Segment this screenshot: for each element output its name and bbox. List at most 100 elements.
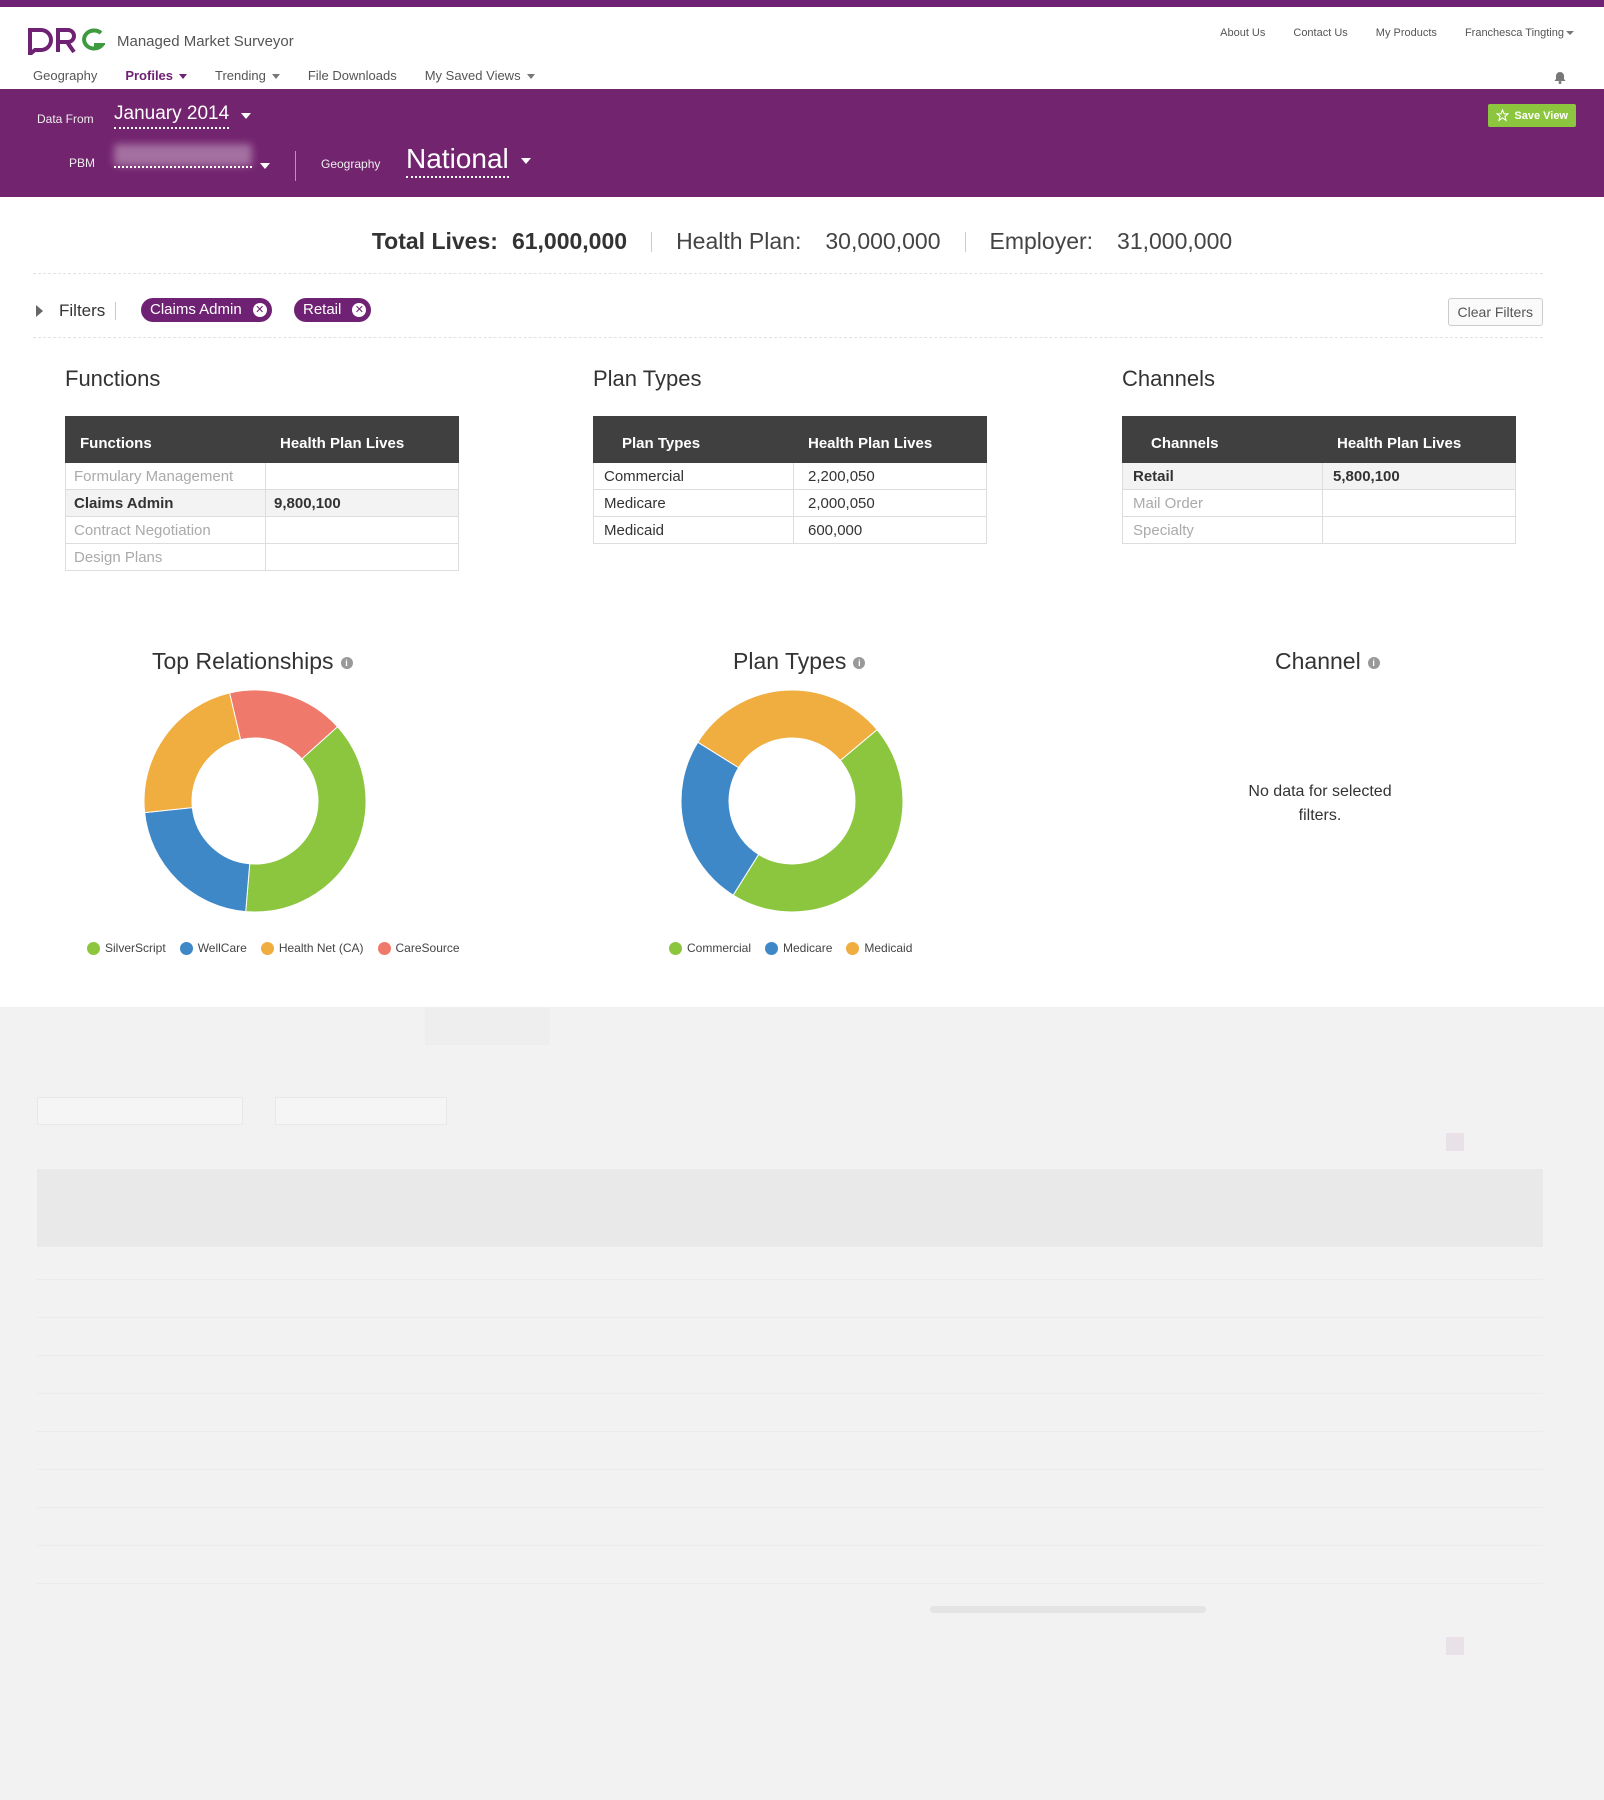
employer-value: 31,000,000: [1117, 228, 1233, 254]
legend-item-health-net-ca[interactable]: Health Net (CA): [260, 941, 364, 955]
table-row[interactable]: Medicare 2,000,050: [593, 489, 987, 517]
table-row[interactable]: Mail Order: [1122, 489, 1516, 517]
total-lives-value: 61,000,000: [511, 228, 628, 254]
active-tab-placeholder: [425, 1007, 550, 1045]
plan-type-select-placeholder: [37, 1097, 243, 1125]
nav-saved-views[interactable]: My Saved Views: [425, 68, 535, 83]
plan-types-title: Plan Types: [593, 366, 702, 391]
nav-profiles-label: Profiles: [125, 68, 174, 83]
user-menu[interactable]: Franchesca Tingting: [1465, 27, 1574, 39]
legend-swatch: [765, 941, 779, 955]
column-header: Health Plan Lives: [793, 416, 987, 463]
column-header: Channels: [1122, 416, 1323, 463]
legend-label: Commercial: [687, 941, 752, 955]
geography-selector[interactable]: National: [406, 144, 531, 178]
table-row[interactable]: Contract Negotiation: [65, 516, 459, 544]
user-name: Franchesca Tingting: [1464, 27, 1564, 39]
expand-triangle-icon[interactable]: [36, 305, 43, 317]
geography-value: National: [406, 144, 509, 178]
chevron-down-icon[interactable]: [260, 163, 270, 169]
nav-trending[interactable]: Trending: [215, 68, 280, 83]
table-cell: [265, 462, 459, 490]
totals-bar: Total Lives: 61,000,000 Health Plan: 30,…: [0, 228, 1604, 255]
no-data-message: No data for selected filters.: [1248, 783, 1392, 824]
save-view-button[interactable]: Save View: [1488, 104, 1576, 127]
top-relationships-donut: [143, 689, 367, 913]
table-row[interactable]: Retail 5,800,100: [1122, 462, 1516, 490]
donut-slice-medicare[interactable]: [680, 741, 760, 896]
table-row-placeholder: [37, 1469, 1543, 1470]
data-from-label: Data From: [37, 112, 94, 126]
info-icon[interactable]: i: [853, 656, 866, 669]
table-row[interactable]: Claims Admin 9,800,100: [65, 489, 459, 517]
table-header-row: Plan Types Health Plan Lives: [593, 416, 987, 463]
functions-table: Functions Health Plan Lives Formulary Ma…: [65, 416, 459, 571]
table-row-placeholder: [37, 1545, 1543, 1546]
column-header: Health Plan Lives: [1322, 416, 1516, 463]
about-us-link[interactable]: About Us: [1220, 27, 1265, 39]
drg-logo[interactable]: [27, 27, 107, 60]
column-header: Plan Types: [593, 416, 794, 463]
info-icon[interactable]: i: [1367, 656, 1380, 669]
table-cell: Formulary Management: [65, 462, 266, 490]
table-cell: Design Plans: [65, 543, 266, 571]
relationships-panel-disabled: [0, 1007, 1604, 1800]
geography-label: Geography: [321, 157, 381, 171]
table-header-placeholder: [37, 1169, 1543, 1247]
bell-icon[interactable]: [1554, 71, 1566, 89]
table-row-placeholder: [37, 1393, 1543, 1394]
pbm-value-redacted[interactable]: [114, 144, 252, 166]
table-cell: [1322, 489, 1516, 517]
donut-slice-commercial[interactable]: [732, 728, 904, 913]
donut-slice-wellcare[interactable]: [144, 807, 251, 913]
donut-slice-health-net-ca[interactable]: [143, 692, 242, 814]
pagination-placeholder: [1446, 1637, 1464, 1655]
legend-item-caresource[interactable]: CareSource: [377, 941, 460, 955]
data-from-value: January 2014: [114, 103, 230, 129]
chart-title-text: Plan Types: [733, 648, 847, 674]
horizontal-scrollbar: [930, 1606, 1206, 1613]
table-row[interactable]: Formulary Management: [65, 462, 459, 490]
total-lives-label: Total Lives:: [371, 228, 498, 254]
main-nav: Geography Profiles Trending File Downloa…: [33, 68, 535, 83]
table-row[interactable]: Medicaid 600,000: [593, 516, 987, 544]
save-view-label: Save View: [1514, 109, 1568, 122]
header-divider: [295, 151, 296, 181]
nav-file-downloads[interactable]: File Downloads: [308, 68, 397, 83]
totals-divider: [964, 231, 966, 252]
remove-filter-icon[interactable]: ✕: [252, 303, 267, 317]
table-cell: [265, 516, 459, 544]
chevron-down-icon: [241, 113, 252, 119]
table-header-row: Functions Health Plan Lives: [65, 416, 459, 463]
data-from-selector[interactable]: January 2014: [114, 103, 252, 129]
table-row[interactable]: Design Plans: [65, 543, 459, 571]
legend-item-wellcare[interactable]: WellCare: [179, 941, 247, 955]
info-icon[interactable]: i: [340, 656, 353, 669]
filters-label[interactable]: Filters: [59, 301, 105, 321]
legend-item-silverscript[interactable]: SilverScript: [87, 941, 166, 955]
table-row-placeholder: [37, 1279, 1543, 1280]
nav-profiles[interactable]: Profiles: [125, 68, 188, 83]
chevron-down-icon: [1566, 31, 1574, 36]
column-header: Functions: [65, 416, 266, 463]
my-products-link[interactable]: My Products: [1376, 27, 1437, 39]
contact-us-link[interactable]: Contact Us: [1293, 27, 1347, 39]
legend-item-medicaid[interactable]: Medicaid: [846, 941, 912, 955]
table-row[interactable]: Specialty: [1122, 516, 1516, 544]
table-cell: Medicare: [593, 489, 794, 517]
legend-swatch: [87, 941, 100, 955]
pbm-label: PBM: [69, 156, 96, 170]
legend-item-medicare[interactable]: Medicare: [765, 941, 832, 955]
table-row-placeholder: [37, 1507, 1543, 1508]
table-cell: 600,000: [793, 516, 987, 544]
remove-filter-icon[interactable]: ✕: [352, 303, 367, 317]
legend-label: WellCare: [197, 941, 247, 955]
channels-table: Channels Health Plan Lives Retail 5,800,1…: [1122, 416, 1516, 544]
table-row-placeholder: [37, 1583, 1543, 1584]
clear-filters-button[interactable]: Clear Filters: [1447, 298, 1543, 326]
nav-geography[interactable]: Geography: [33, 68, 97, 83]
table-cell: 5,800,100: [1322, 462, 1516, 490]
legend-label: SilverScript: [105, 941, 166, 955]
table-row[interactable]: Commercial 2,200,050: [593, 462, 987, 490]
legend-item-commercial[interactable]: Commercial: [669, 941, 751, 955]
